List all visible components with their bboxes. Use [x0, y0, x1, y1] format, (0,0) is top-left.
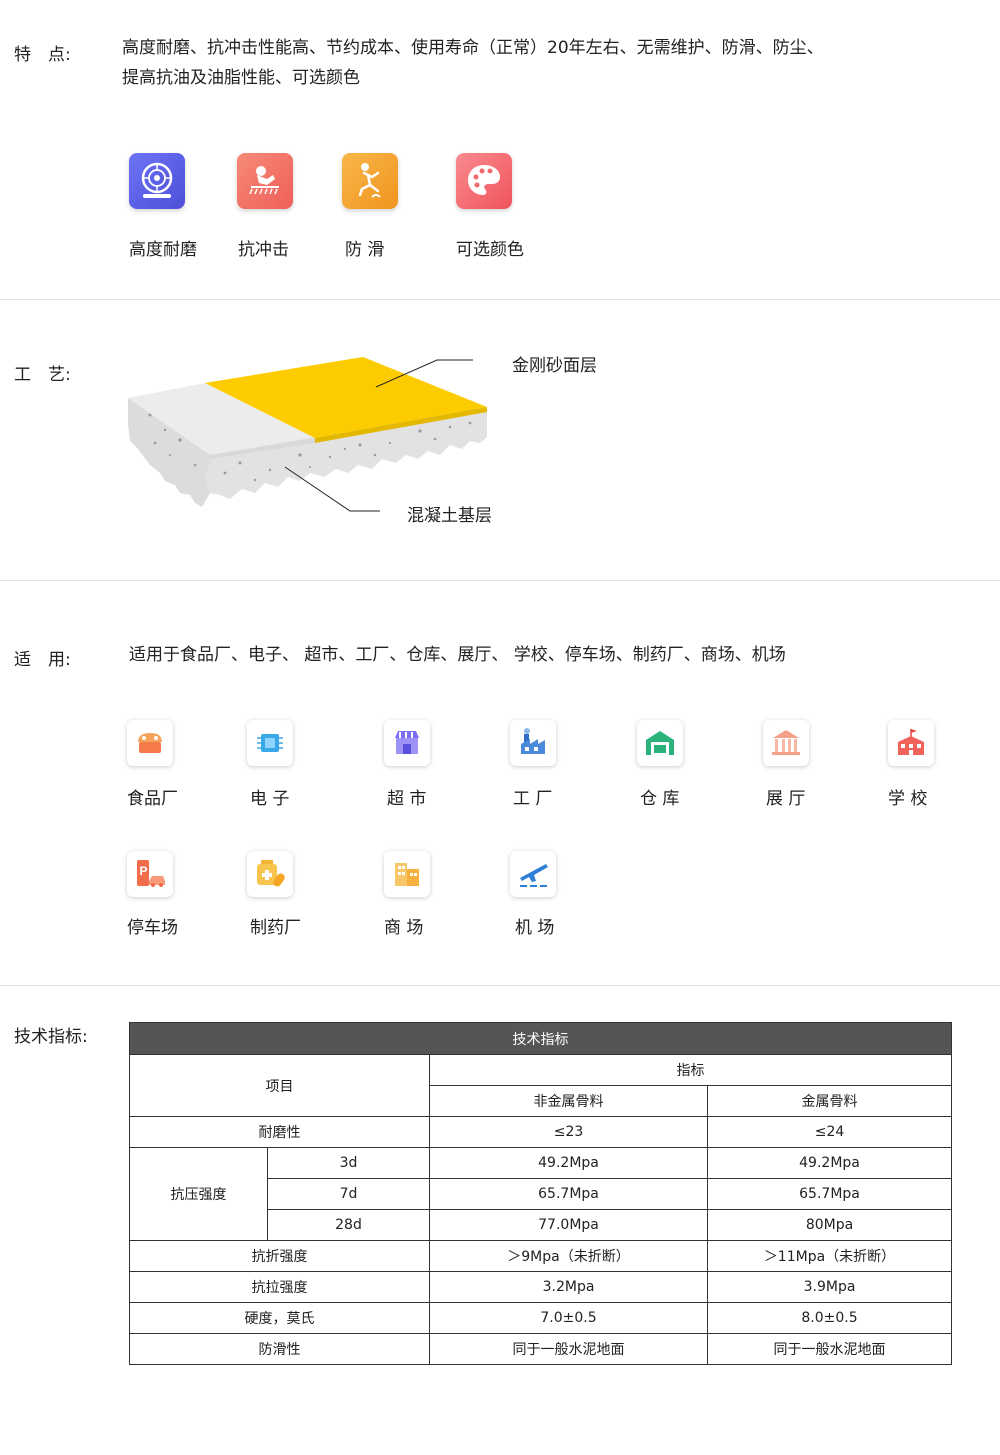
- table-row: 防滑性 同于一般水泥地面 同于一般水泥地面: [129, 1333, 952, 1365]
- row-name: 抗压强度: [129, 1147, 268, 1241]
- food-factory-icon: [138, 733, 162, 753]
- features-label: 特 点:: [14, 45, 71, 65]
- cell-nonmetal: 65.7Mpa: [429, 1178, 708, 1210]
- row-name: 抗折强度: [129, 1240, 430, 1272]
- app-tile-school: [888, 720, 934, 766]
- cell-metal: 49.2Mpa: [707, 1147, 952, 1179]
- exhibition-hall-icon: [772, 730, 800, 755]
- airport-icon: [520, 864, 548, 887]
- header-index: 指标: [429, 1054, 952, 1086]
- app-tile-electronics: [247, 720, 293, 766]
- base-layer-label: 混凝土基层: [407, 506, 492, 526]
- features-description: 高度耐磨、抗冲击性能高、节约成本、使用寿命（正常）20年左右、无需维护、防滑、防…: [122, 33, 982, 93]
- school-icon: [898, 729, 924, 755]
- feature-label-wear: 高度耐磨: [129, 240, 197, 260]
- applications-text: 适用于食品厂、电子、 超市、工厂、仓库、展厅、 学校、停车场、制药厂、商场、机场: [129, 645, 786, 665]
- row-name: 防滑性: [129, 1333, 430, 1365]
- process-label: 工 艺:: [14, 365, 71, 385]
- cell-metal: ≤24: [707, 1116, 952, 1148]
- app-label-factory: 工 厂: [513, 789, 553, 809]
- parking-icon: P: [137, 860, 165, 887]
- table-row: 耐磨性 ≤23 ≤24: [129, 1116, 952, 1148]
- specs-label: 技术指标:: [14, 1027, 88, 1047]
- factory-icon: [521, 728, 545, 754]
- feature-tile-impact: [237, 153, 293, 209]
- row-age: 7d: [267, 1178, 430, 1210]
- feature-label-impact: 抗冲击: [238, 240, 289, 260]
- row-age: 3d: [267, 1147, 430, 1179]
- app-label-airport: 机 场: [515, 918, 555, 938]
- app-tile-airport: [510, 851, 556, 897]
- app-tile-supermarket: [384, 720, 430, 766]
- header-nonmetal: 非金属骨料: [429, 1085, 708, 1117]
- feature-tile-wear: [129, 153, 185, 209]
- divider-2: [0, 580, 1000, 581]
- app-label-mall: 商 场: [384, 918, 424, 938]
- cell-nonmetal: 77.0Mpa: [429, 1209, 708, 1241]
- header-metal: 金属骨料: [707, 1085, 952, 1117]
- mall-icon: [395, 863, 419, 886]
- table-row: 抗拉强度 3.2Mpa 3.9Mpa: [129, 1271, 952, 1303]
- row-age: 28d: [267, 1209, 430, 1241]
- cell-metal: 80Mpa: [707, 1209, 952, 1241]
- table-row: 硬度，莫氏 7.0±0.5 8.0±0.5: [129, 1302, 952, 1334]
- slip-icon: [358, 163, 381, 198]
- app-tile-parking: P: [127, 851, 173, 897]
- feature-tile-color: [456, 153, 512, 209]
- app-label-food-factory: 食品厂: [127, 789, 178, 809]
- svg-text:P: P: [140, 864, 148, 878]
- feature-label-antislip: 防 滑: [345, 240, 385, 260]
- app-label-warehouse: 仓 库: [640, 789, 680, 809]
- app-tile-mall: [384, 851, 430, 897]
- cell-nonmetal: 7.0±0.5: [429, 1302, 708, 1334]
- cell-metal: ＞11Mpa（未折断）: [707, 1240, 952, 1272]
- app-label-exhibition: 展 厅: [766, 789, 806, 809]
- app-label-pharmacy: 制药厂: [250, 918, 301, 938]
- pharmacy-icon: [257, 860, 285, 887]
- table-row: 抗压强度 3d 49.2Mpa 49.2Mpa: [129, 1147, 952, 1241]
- table-title-row: 技术指标: [129, 1022, 952, 1055]
- row-name: 硬度，莫氏: [129, 1302, 430, 1334]
- divider-1: [0, 299, 1000, 300]
- header-item: 项目: [129, 1054, 430, 1117]
- cell-metal: 8.0±0.5: [707, 1302, 952, 1334]
- app-tile-food-factory: [127, 720, 173, 766]
- cell-metal: 同于一般水泥地面: [707, 1333, 952, 1365]
- cell-nonmetal: ＞9Mpa（未折断）: [429, 1240, 708, 1272]
- cell-metal: 65.7Mpa: [707, 1178, 952, 1210]
- feature-tile-antislip: [342, 153, 398, 209]
- table-header-row: 项目 指标: [129, 1054, 952, 1117]
- cell-metal: 3.9Mpa: [707, 1271, 952, 1303]
- cell-nonmetal: 同于一般水泥地面: [429, 1333, 708, 1365]
- app-label-electronics: 电 子: [250, 789, 290, 809]
- app-tile-exhibition: [763, 720, 809, 766]
- app-tile-factory: [510, 720, 556, 766]
- features-text-line2: 提高抗油及油脂性能、可选颜色: [122, 68, 360, 88]
- divider-3: [0, 985, 1000, 986]
- app-label-school: 学 校: [888, 789, 928, 809]
- app-label-parking: 停车场: [127, 918, 178, 938]
- cell-nonmetal: 3.2Mpa: [429, 1271, 708, 1303]
- row-name: 抗拉强度: [129, 1271, 430, 1303]
- palette-icon: [468, 165, 500, 195]
- table-title: 技术指标: [129, 1022, 952, 1055]
- app-tile-pharmacy: [247, 851, 293, 897]
- impact-icon: [249, 166, 279, 195]
- cell-nonmetal: 49.2Mpa: [429, 1147, 708, 1179]
- warehouse-icon: [646, 731, 674, 755]
- supermarket-icon: [395, 731, 419, 754]
- specs-table: 技术指标 项目 指标 非金属骨料 金属骨料 耐磨性 ≤23 ≤24 抗压强度 3…: [129, 1022, 952, 1365]
- applications-label: 适 用:: [14, 650, 71, 670]
- cell-nonmetal: ≤23: [429, 1116, 708, 1148]
- wheel-icon: [141, 162, 173, 198]
- app-tile-warehouse: [637, 720, 683, 766]
- row-name: 耐磨性: [129, 1116, 430, 1148]
- feature-label-color: 可选颜色: [456, 240, 524, 260]
- table-row: 抗折强度 ＞9Mpa（未折断） ＞11Mpa（未折断）: [129, 1240, 952, 1272]
- app-label-supermarket: 超 市: [387, 789, 427, 809]
- features-text-line1: 高度耐磨、抗冲击性能高、节约成本、使用寿命（正常）20年左右、无需维护、防滑、防…: [122, 38, 824, 58]
- top-layer-label: 金刚砂面层: [512, 356, 597, 376]
- chip-icon: [257, 734, 283, 752]
